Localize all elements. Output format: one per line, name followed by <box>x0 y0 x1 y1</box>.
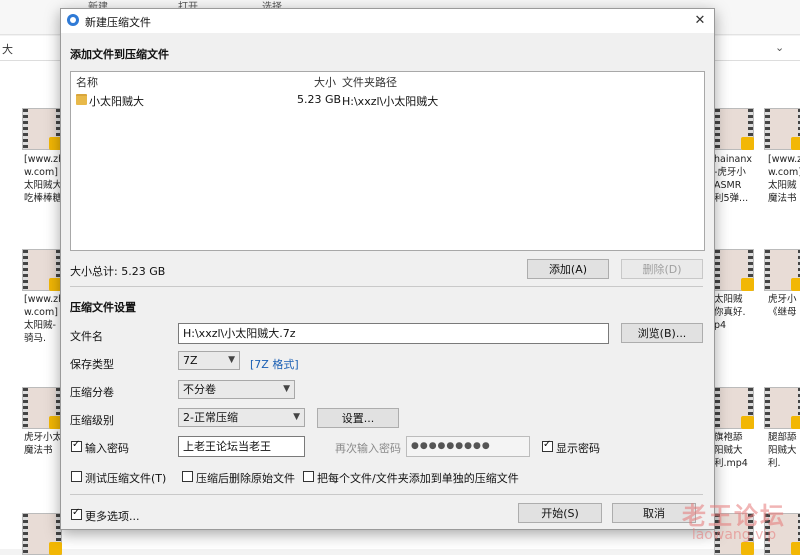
video-thumbnail[interactable] <box>714 249 754 291</box>
file-name-line: 魔法书 <box>768 193 797 204</box>
column-header-name[interactable]: 名称 <box>76 74 98 90</box>
password-label: 输入密码 <box>85 442 129 455</box>
test-archive-label: 测试压缩文件(T) <box>85 472 167 485</box>
player-badge-icon <box>741 416 754 429</box>
split-label: 压缩分卷 <box>70 386 114 399</box>
divider <box>70 494 703 495</box>
file-name-line: 《继母 <box>768 307 797 318</box>
video-thumbnail[interactable] <box>22 108 62 150</box>
file-name[interactable]: 虎牙小 《继母 <box>768 293 800 319</box>
more-options-checkbox[interactable] <box>71 507 82 520</box>
browse-button[interactable]: 浏览(B)... <box>621 323 703 343</box>
video-thumbnail[interactable] <box>22 387 62 429</box>
divider <box>70 286 703 287</box>
watermark-url: laowang.vip <box>691 527 777 543</box>
file-name-line: 阳贼大 <box>714 445 743 456</box>
file-name[interactable]: 腿部舔 阳贼大 利. <box>768 431 800 470</box>
video-thumbnail[interactable] <box>764 108 800 150</box>
player-badge-icon <box>741 137 754 150</box>
file-name[interactable]: [www.z w.com] 太阳贼 魔法书 <box>768 153 800 205</box>
file-name[interactable]: hainanx -虎牙小 ASMR 利5弹... <box>714 153 760 205</box>
delete-after-checkbox[interactable] <box>182 471 193 482</box>
more-options-label[interactable]: 更多选项... <box>85 508 140 524</box>
address-text: 大 <box>2 43 13 56</box>
row-path: H:\xxzl\小太阳贼大 <box>342 95 439 108</box>
chevron-down-icon[interactable]: ⌄ <box>775 41 784 54</box>
show-password-checkbox[interactable] <box>542 439 553 452</box>
reenter-password-input[interactable]: ●●●●●●●●● <box>406 436 530 457</box>
file-name-line: 旗袍舔 <box>714 432 743 443</box>
folder-icon <box>76 94 87 105</box>
video-thumbnail[interactable] <box>764 249 800 291</box>
start-button[interactable]: 开始(S) <box>518 503 602 523</box>
player-badge-icon <box>741 278 754 291</box>
file-name[interactable]: 太阳贼 你真好. p4 <box>714 293 760 332</box>
chevron-down-icon: ▼ <box>293 412 300 422</box>
row-name: 小太阳贼大 <box>89 95 144 108</box>
split-volume-select[interactable]: 不分卷 ▼ <box>178 380 295 399</box>
add-files-section-title: 添加文件到压缩文件 <box>70 48 169 61</box>
level-value: 2-正常压缩 <box>183 411 238 424</box>
site-watermark: 老王论坛 laowang.vip <box>682 496 786 543</box>
settings-button[interactable]: 设置... <box>317 408 399 428</box>
test-archive-checkbox[interactable] <box>71 471 82 482</box>
save-type-value: 7Z <box>183 354 198 367</box>
password-input[interactable]: 上老王论坛当老王 <box>178 436 305 457</box>
file-name-line: 阳贼大 <box>768 445 797 456</box>
video-thumbnail[interactable] <box>714 108 754 150</box>
split-value: 不分卷 <box>183 383 216 396</box>
file-name-label: 文件名 <box>70 330 103 343</box>
player-badge-icon <box>791 416 800 429</box>
total-size: 大小总计: 5.23 GB <box>70 265 166 278</box>
file-name-line: 太阳贼 <box>714 294 743 305</box>
file-name-line: [www.z <box>768 154 800 165</box>
watermark-text: 老王论坛 <box>682 502 786 530</box>
app-logo-icon <box>67 14 79 26</box>
file-name-line: 利5弹... <box>714 193 749 204</box>
file-name-input[interactable]: H:\xxzl\小太阳贼大.7z <box>178 323 609 344</box>
add-button[interactable]: 添加(A) <box>527 259 609 279</box>
reenter-password-label: 再次输入密码 <box>335 442 401 455</box>
file-name-line: 腿部舔 <box>768 432 797 443</box>
column-header-path[interactable]: 文件夹路径 <box>342 74 397 90</box>
file-name-line: p4 <box>714 320 727 331</box>
chevron-down-icon: ▼ <box>283 384 290 394</box>
file-list[interactable]: 名称 大小 文件夹路径 小太阳贼大 5.23 GB H:\xxzl\小太阳贼大 <box>70 71 705 251</box>
file-name-line: ASMR <box>714 180 742 191</box>
file-name-line: 你真好. <box>714 307 746 318</box>
row-size: 5.23 GB <box>297 93 342 106</box>
file-name-line: 太阳贼 <box>768 180 797 191</box>
format-link[interactable]: [7Z 格式] <box>250 356 299 372</box>
file-name-line: 利.mp4 <box>714 458 748 469</box>
password-checkbox[interactable] <box>71 439 82 452</box>
chevron-down-icon: ▼ <box>228 355 235 365</box>
show-password-label: 显示密码 <box>556 442 600 455</box>
archive-settings-title: 压缩文件设置 <box>70 301 136 314</box>
file-name-line: -虎牙小 <box>714 167 746 178</box>
separate-archives-label: 把每个文件/文件夹添加到单独的压缩文件 <box>317 472 519 485</box>
video-thumbnail[interactable] <box>764 387 800 429</box>
dialog-title: 新建压缩文件 <box>85 16 151 29</box>
level-label: 压缩级别 <box>70 414 114 427</box>
video-thumbnail[interactable] <box>714 387 754 429</box>
player-badge-icon <box>791 137 800 150</box>
file-list-row[interactable]: 小太阳贼大 5.23 GB H:\xxzl\小太阳贼大 <box>73 91 702 108</box>
dialog-titlebar[interactable]: 新建压缩文件 ✕ <box>61 9 714 33</box>
separate-archives-checkbox[interactable] <box>303 471 314 482</box>
file-name-line: 利. <box>768 458 781 469</box>
close-icon[interactable]: ✕ <box>686 9 714 33</box>
file-name-line: 虎牙小 <box>768 294 797 305</box>
file-name-line: hainanx <box>714 154 752 165</box>
file-name[interactable]: 旗袍舔 阳贼大 利.mp4 <box>714 431 760 470</box>
new-archive-dialog: 新建压缩文件 ✕ 添加文件到压缩文件 名称 大小 文件夹路径 小太阳贼大 5.2… <box>60 8 715 530</box>
save-type-label: 保存类型 <box>70 358 114 371</box>
delete-button[interactable]: 删除(D) <box>621 259 703 279</box>
player-badge-icon <box>791 278 800 291</box>
compression-level-select[interactable]: 2-正常压缩 ▼ <box>178 408 305 427</box>
delete-after-label: 压缩后删除原始文件 <box>196 472 295 485</box>
file-name-line: w.com] <box>768 167 800 178</box>
column-header-size[interactable]: 大小 <box>314 74 336 90</box>
save-type-select[interactable]: 7Z ▼ <box>178 351 240 370</box>
video-thumbnail[interactable] <box>22 249 62 291</box>
